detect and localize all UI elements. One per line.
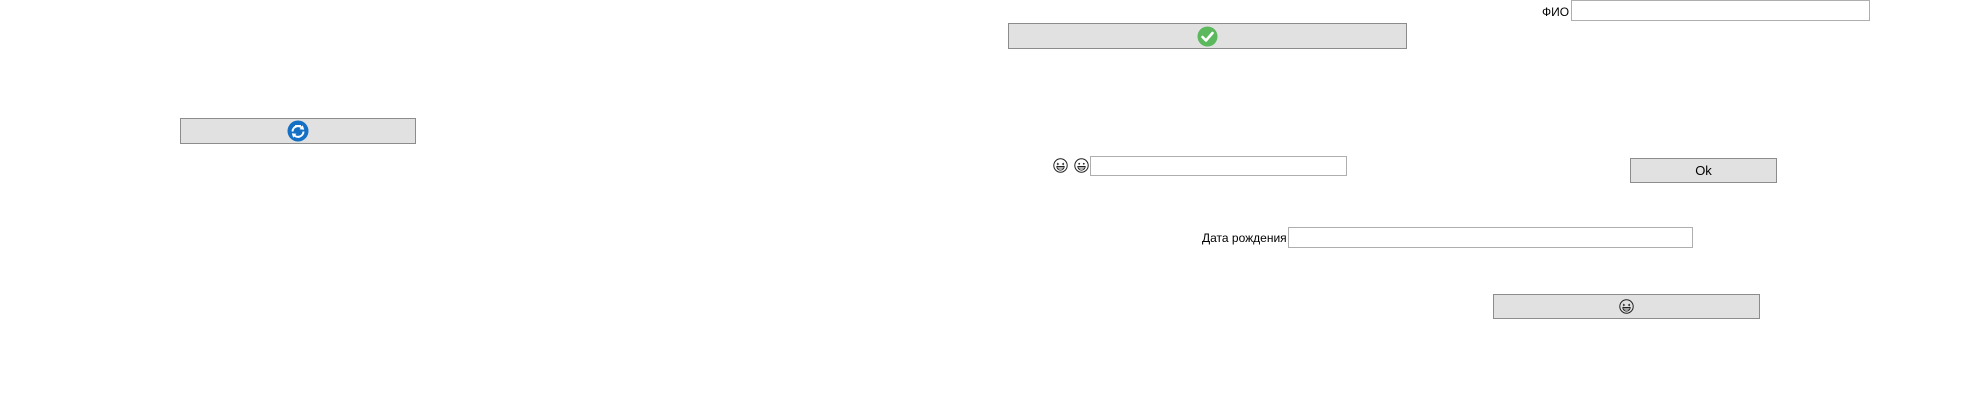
fio-label: ФИО <box>1542 5 1570 19</box>
birth-date-label: Дата рождения <box>1202 231 1287 245</box>
emoji-input[interactable] <box>1090 156 1347 176</box>
laughing-face-icon <box>1053 158 1068 173</box>
refresh-button[interactable] <box>180 118 416 144</box>
refresh-icon <box>287 120 309 142</box>
fio-input[interactable] <box>1571 0 1870 21</box>
birth-date-input[interactable] <box>1288 227 1693 248</box>
confirm-button[interactable] <box>1008 23 1407 49</box>
green-check-icon <box>1197 26 1218 47</box>
ok-button-label: Ok <box>1695 163 1712 178</box>
ok-button[interactable]: Ok <box>1630 158 1777 183</box>
emoji-button[interactable] <box>1493 294 1760 319</box>
smiling-face-icon <box>1074 158 1089 173</box>
laughing-face-icon <box>1619 299 1634 314</box>
